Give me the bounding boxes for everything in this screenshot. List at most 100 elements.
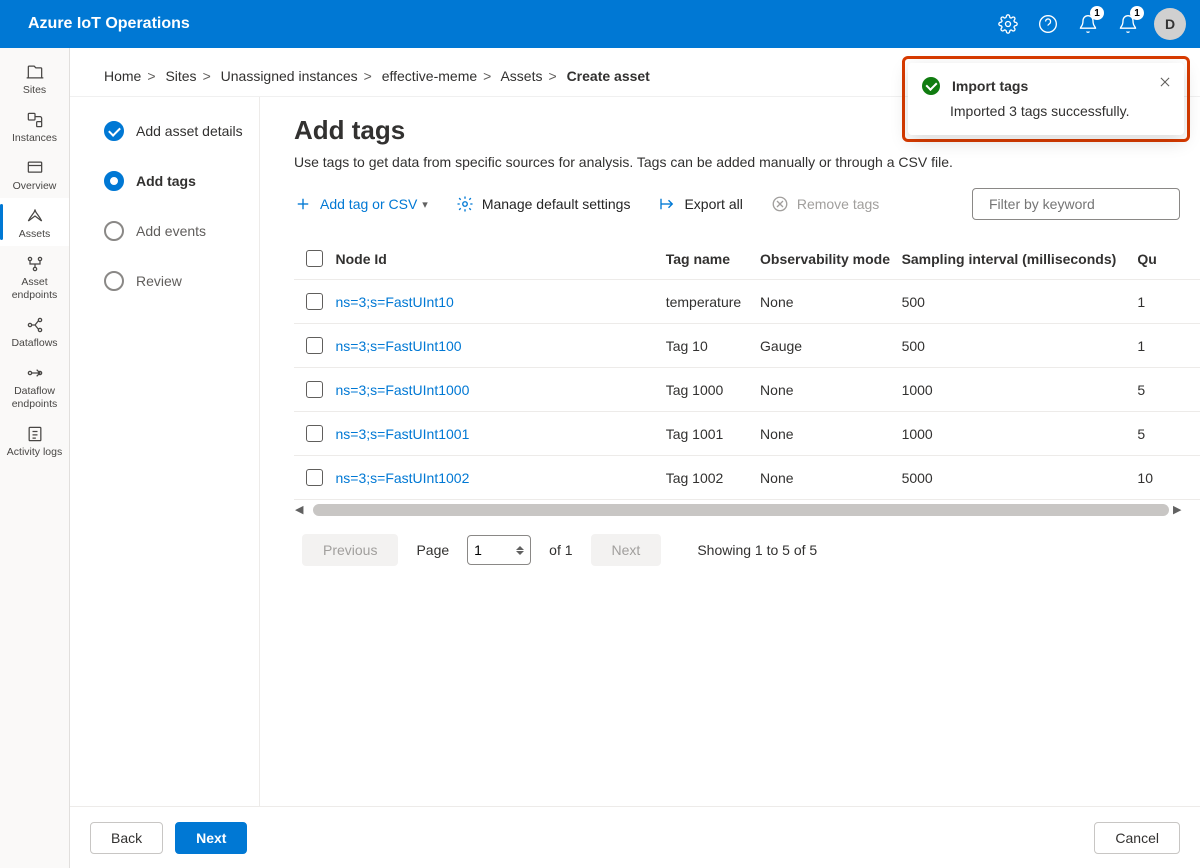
cell-obs: None: [760, 294, 902, 310]
row-checkbox[interactable]: [306, 469, 323, 486]
crumb-unassigned[interactable]: Unassigned instances: [221, 68, 358, 84]
tags-table: Node Id Tag name Observability mode Samp…: [294, 238, 1200, 500]
table-header: Node Id Tag name Observability mode Samp…: [294, 238, 1200, 280]
crumb-sites[interactable]: Sites: [165, 68, 196, 84]
table-row: ns=3;s=FastUInt10temperatureNone5001: [294, 280, 1200, 324]
cell-qu: 5: [1137, 382, 1194, 398]
nav-label: Sites: [23, 84, 46, 96]
table-row: ns=3;s=FastUInt1002 Tag 1002None500010: [294, 456, 1200, 500]
diagnostics-badge: 1: [1090, 6, 1104, 20]
cell-qu: 1: [1137, 338, 1194, 354]
step-add-events[interactable]: Add events: [104, 221, 243, 241]
nav-sites[interactable]: Sites: [0, 54, 69, 102]
step-add-tags[interactable]: Add tags: [104, 171, 243, 191]
node-id-link[interactable]: ns=3;s=FastUInt1002: [336, 470, 470, 486]
cell-qu: 5: [1137, 426, 1194, 442]
nav-label: Overview: [13, 180, 57, 192]
toast-highlight: Import tags Imported 3 tags successfully…: [902, 56, 1190, 142]
notifications-badge: 1: [1130, 6, 1144, 20]
col-qu[interactable]: Qu: [1137, 251, 1194, 267]
nav-instances[interactable]: Instances: [0, 102, 69, 150]
help-icon[interactable]: [1028, 4, 1068, 44]
nav-label: Instances: [12, 132, 57, 144]
row-checkbox[interactable]: [306, 293, 323, 310]
col-node[interactable]: Node Id: [336, 251, 666, 267]
crumb-instance[interactable]: effective-meme: [382, 68, 477, 84]
nav-dataflow-endpoints[interactable]: Dataflow endpoints: [0, 355, 69, 416]
settings-icon[interactable]: [988, 4, 1028, 44]
toolbar: Add tag or CSV ▾ Manage default settings…: [294, 188, 1200, 220]
back-button[interactable]: Back: [90, 822, 163, 854]
page-input[interactable]: [467, 535, 531, 565]
next-button[interactable]: Next: [175, 822, 247, 854]
close-icon[interactable]: [1158, 75, 1172, 92]
import-toast: Import tags Imported 3 tags successfully…: [908, 63, 1184, 135]
row-checkbox[interactable]: [306, 381, 323, 398]
toast-message: Imported 3 tags successfully.: [922, 103, 1170, 119]
row-checkbox[interactable]: [306, 425, 323, 442]
cell-tagname: Tag 10: [666, 338, 760, 354]
nav-overview[interactable]: Overview: [0, 150, 69, 198]
col-samp[interactable]: Sampling interval (milliseconds): [902, 251, 1138, 267]
app-title: Azure IoT Operations: [28, 15, 190, 33]
spinner-down-icon[interactable]: [516, 551, 524, 555]
cell-samp: 500: [902, 294, 1138, 310]
cell-samp: 5000: [902, 470, 1138, 486]
crumb-assets[interactable]: Assets: [500, 68, 542, 84]
step-asset-details[interactable]: Add asset details: [104, 121, 243, 141]
notifications-icon[interactable]: 1: [1108, 4, 1148, 44]
node-id-link[interactable]: ns=3;s=FastUInt1001: [336, 426, 470, 442]
nav-label: Assets: [19, 228, 51, 240]
previous-button: Previous: [302, 534, 398, 566]
crumb-home[interactable]: Home: [104, 68, 141, 84]
nav-label: Dataflows: [11, 337, 57, 349]
of-label: of 1: [549, 542, 572, 558]
nav-dataflows[interactable]: Dataflows: [0, 307, 69, 355]
row-checkbox[interactable]: [306, 337, 323, 354]
table-row: ns=3;s=FastUInt100Tag 10Gauge5001: [294, 324, 1200, 368]
cell-samp: 1000: [902, 426, 1138, 442]
avatar[interactable]: D: [1154, 8, 1186, 40]
col-tagname[interactable]: Tag name: [666, 251, 760, 267]
node-id-link[interactable]: ns=3;s=FastUInt100: [336, 338, 462, 354]
nav-asset-endpoints[interactable]: Asset endpoints: [0, 246, 69, 307]
chevron-down-icon: ▾: [422, 198, 428, 211]
nav-assets[interactable]: Assets: [0, 198, 69, 246]
cell-tagname: Tag 1001: [666, 426, 760, 442]
manage-defaults-button[interactable]: Manage default settings: [456, 195, 631, 213]
top-bar: Azure IoT Operations 1 1 D: [0, 0, 1200, 48]
cell-obs: Gauge: [760, 338, 902, 354]
export-all-button[interactable]: Export all: [658, 195, 742, 213]
horizontal-scrollbar[interactable]: ◀ ▶: [294, 502, 1188, 518]
spinner-up-icon[interactable]: [516, 546, 524, 550]
nav-label: Activity logs: [7, 446, 62, 459]
filter-input[interactable]: [989, 196, 1170, 212]
cell-qu: 1: [1137, 294, 1194, 310]
filter-input-container[interactable]: [972, 188, 1180, 220]
nav-label: Dataflow endpoints: [0, 385, 69, 410]
wizard-stepper: Add asset details Add tags Add events Re…: [70, 97, 260, 806]
cell-tagname: Tag 1002: [666, 470, 760, 486]
scroll-right-icon[interactable]: ▶: [1173, 503, 1187, 517]
cell-tagname: Tag 1000: [666, 382, 760, 398]
step-review[interactable]: Review: [104, 271, 243, 291]
pagination: Previous Page of 1 Next Showing 1 to 5 o…: [294, 518, 1200, 566]
diagnostics-icon[interactable]: 1: [1068, 4, 1108, 44]
cancel-button[interactable]: Cancel: [1094, 822, 1180, 854]
table-row: ns=3;s=FastUInt1001 Tag 1001None10005: [294, 412, 1200, 456]
scroll-left-icon[interactable]: ◀: [295, 503, 309, 517]
page-label: Page: [416, 542, 449, 558]
remove-tags-button: Remove tags: [771, 195, 879, 213]
node-id-link[interactable]: ns=3;s=FastUInt10: [336, 294, 454, 310]
cell-obs: None: [760, 426, 902, 442]
table-row: ns=3;s=FastUInt1000Tag 1000None10005: [294, 368, 1200, 412]
col-obs[interactable]: Observability mode: [760, 251, 902, 267]
select-all-checkbox[interactable]: [306, 250, 323, 267]
cell-obs: None: [760, 470, 902, 486]
showing-label: Showing 1 to 5 of 5: [697, 542, 817, 558]
cell-qu: 10: [1137, 470, 1194, 486]
success-icon: [922, 77, 940, 95]
add-tag-button[interactable]: Add tag or CSV ▾: [294, 195, 428, 213]
nav-activity-logs[interactable]: Activity logs: [0, 416, 69, 465]
node-id-link[interactable]: ns=3;s=FastUInt1000: [336, 382, 470, 398]
